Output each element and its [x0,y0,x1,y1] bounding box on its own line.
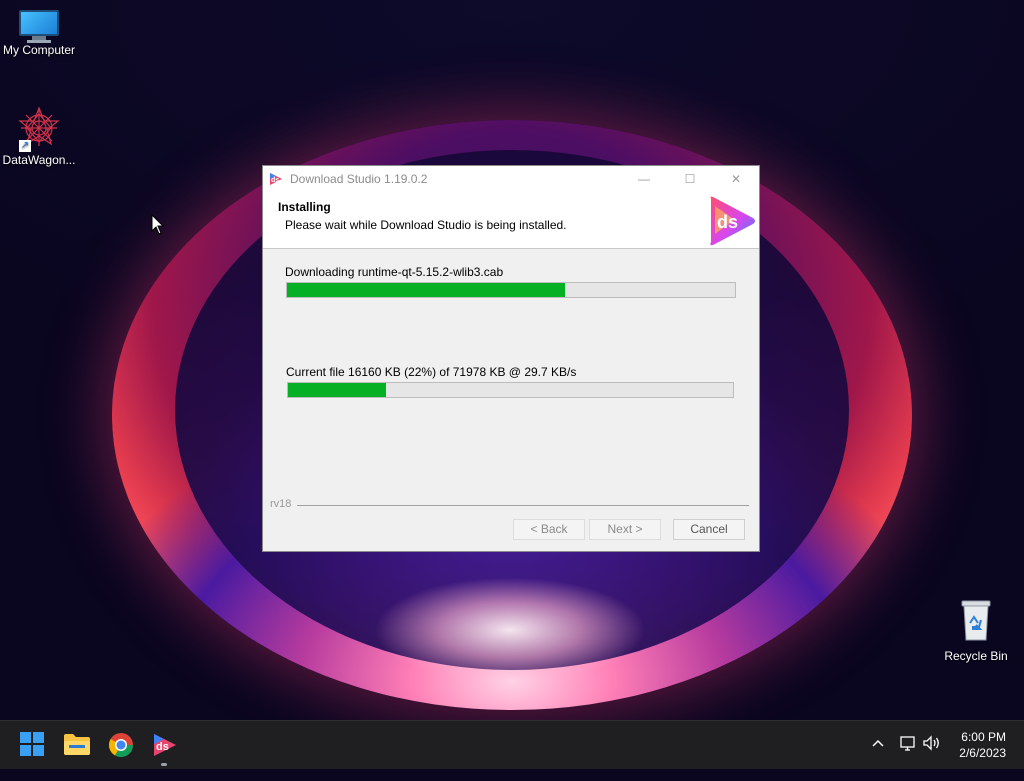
chevron-up-icon[interactable] [868,733,888,781]
chrome-icon[interactable] [107,731,135,759]
active-app-indicator [161,763,167,766]
system-clock[interactable]: 6:00 PM 2/6/2023 [959,729,1006,761]
svg-text:ds: ds [271,177,279,184]
clock-time: 6:00 PM [961,730,1006,744]
file-explorer-icon[interactable] [63,731,91,759]
overall-progress-bar [286,282,736,298]
desktop-icon-label: DataWagon... [2,153,76,167]
desktop-icon-label: My Computer [2,43,76,57]
desktop-icon-recycle-bin[interactable]: Recycle Bin [938,598,1014,663]
download-studio-icon: ds [270,173,282,185]
recycle-bin-icon [961,600,991,641]
title-bar[interactable]: ds Download Studio 1.19.0.2 — ☐ ✕ [263,166,759,192]
download-studio-icon[interactable]: ds [151,731,179,759]
overall-progress-fill [287,283,565,297]
page-title: Installing [278,200,331,214]
svg-text:ds: ds [156,741,169,753]
desktop-icon-label: Recycle Bin [944,649,1008,663]
taskbar: ds 6:00 PM 2/6/2023 [0,720,1024,769]
next-button[interactable]: Next > [589,519,661,540]
dialog-header: Installing Please wait while Download St… [263,192,759,249]
clock-date: 2/6/2023 [959,746,1006,760]
svg-text:ds: ds [717,212,738,232]
computer-icon [19,10,59,43]
installer-dialog: ds Download Studio 1.19.0.2 — ☐ ✕ Instal… [262,165,760,552]
branding-divider [297,505,749,506]
dialog-body: Downloading runtime-qt-5.15.2-wlib3.cab … [263,249,759,552]
branding-text: rv18 [270,498,292,510]
back-button[interactable]: < Back [513,519,585,540]
volume-icon[interactable] [921,733,943,781]
download-studio-logo-icon: ds [710,196,755,246]
maximize-button[interactable]: ☐ [667,166,713,192]
page-subtitle: Please wait while Download Studio is bei… [285,218,567,232]
shortcut-arrow-icon: ↗ [19,140,31,152]
desktop-icon-my-computer[interactable]: My Computer [0,10,78,57]
minimize-button[interactable]: — [621,166,667,192]
window-title: Download Studio 1.19.0.2 [290,172,428,186]
desktop-icon-datawagon[interactable]: ↗ DataWagon... [0,106,78,167]
cancel-button[interactable]: Cancel [673,519,745,540]
mouse-cursor [151,213,165,239]
network-icon[interactable] [897,733,917,781]
current-file-status-text: Current file 16160 KB (22%) of 71978 KB … [286,365,577,379]
current-file-progress-bar [287,382,734,398]
close-button[interactable]: ✕ [713,166,759,192]
windows-start-icon[interactable] [19,731,47,759]
download-status-text: Downloading runtime-qt-5.15.2-wlib3.cab [285,265,504,279]
wallpaper-glow [330,560,690,700]
current-file-progress-fill [288,383,386,397]
datawagon-icon: ↗ [17,106,61,152]
